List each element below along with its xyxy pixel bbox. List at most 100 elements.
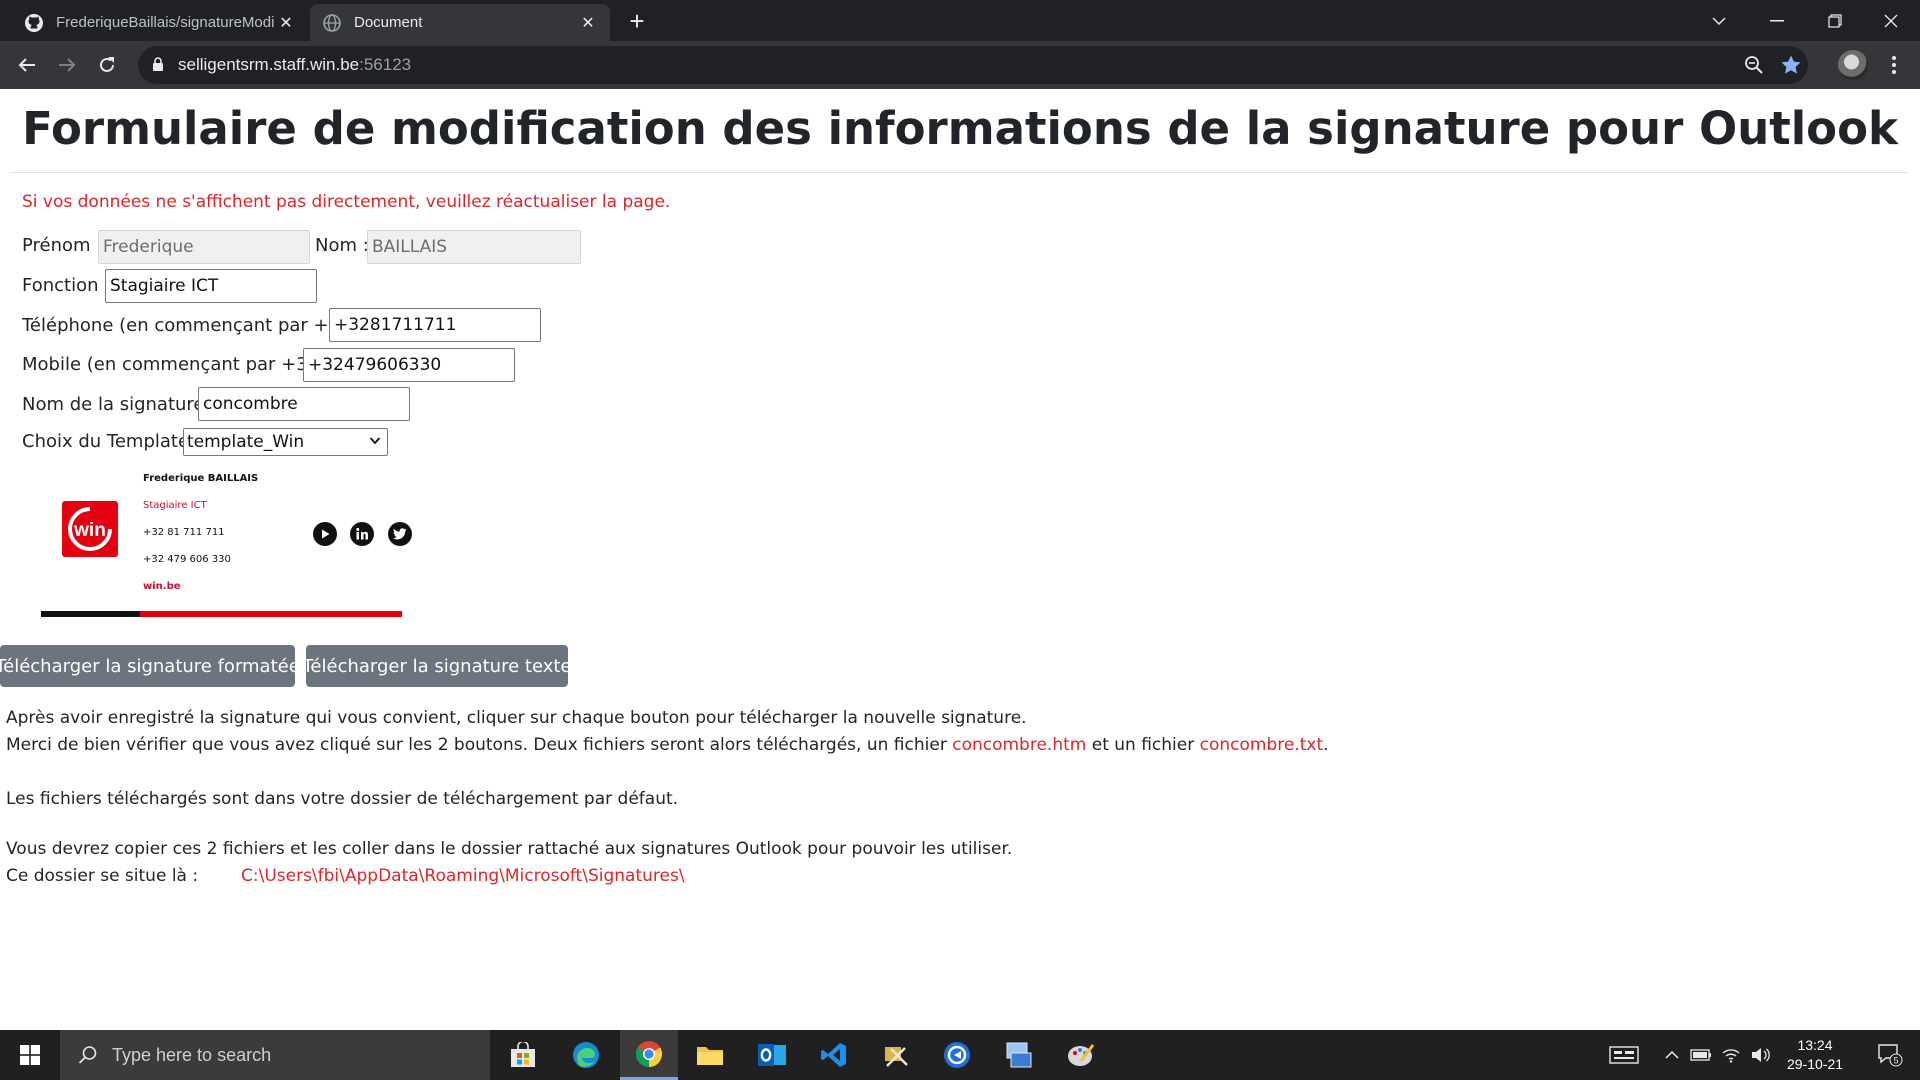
close-icon[interactable]: ✕ — [578, 13, 598, 33]
tab-github[interactable]: FrederiqueBaillais/signatureModi ✕ — [12, 4, 308, 41]
notification-center-button[interactable]: 5 — [1868, 1030, 1912, 1080]
linkedin-icon[interactable] — [350, 522, 374, 546]
address-bar[interactable]: selligentsrm.staff.win.be:56123 — [138, 46, 1808, 84]
close-icon[interactable]: ✕ — [276, 13, 296, 33]
nom-field[interactable]: BAILLAIS — [367, 230, 581, 264]
more-options-icon[interactable] — [1882, 49, 1906, 81]
zoom-icon[interactable] — [1744, 55, 1764, 79]
clock-time: 13:24 — [1797, 1037, 1833, 1053]
computer-icon — [1006, 1042, 1032, 1068]
instruction-line-5: Ce dossier se situe là : — [6, 866, 199, 886]
signature-bar-black — [41, 611, 140, 617]
instruction-line-2-middle: et un fichier — [1086, 735, 1200, 755]
tools-app[interactable] — [866, 1030, 924, 1080]
minimize-button[interactable] — [1748, 0, 1806, 41]
paint-palette-icon — [1068, 1044, 1095, 1066]
store-app[interactable] — [494, 1030, 552, 1080]
forward-button[interactable] — [51, 49, 83, 81]
restore-button[interactable] — [1806, 0, 1864, 41]
search-icon — [78, 1046, 97, 1064]
windows-icon — [20, 1045, 40, 1065]
instruction-line-2: Merci de bien vérifier que vous avez cli… — [6, 735, 1329, 755]
file-txt-name: concombre.txt — [1199, 735, 1324, 755]
signature-preview-phone: +32 81 711 711 — [143, 527, 225, 538]
chevron-up-icon[interactable] — [1660, 1030, 1684, 1080]
url-host: selligentsrm.staff.win.be — [178, 55, 360, 74]
instruction-line-2-prefix: Merci de bien vérifier que vous avez cli… — [6, 735, 953, 755]
tools-icon — [885, 1047, 908, 1067]
chevron-down-icon — [1712, 16, 1726, 25]
download-formatted-button[interactable]: Télécharger la signature formatée — [0, 645, 300, 687]
outlook-icon — [758, 1044, 786, 1066]
remote-desktop-app[interactable] — [990, 1030, 1048, 1080]
instruction-line-2-suffix: . — [1323, 735, 1329, 755]
url-port: :56123 — [359, 55, 412, 74]
telephone-field[interactable]: +3281711711 — [329, 308, 541, 342]
prenom-field[interactable]: Frederique — [98, 230, 310, 264]
notification-count: 5 — [1893, 1056, 1898, 1066]
close-icon — [1884, 14, 1898, 27]
reload-button[interactable] — [91, 49, 123, 81]
restore-icon — [1828, 13, 1842, 28]
fonction-label: Fonction : — [22, 275, 111, 296]
reload-icon — [100, 57, 114, 72]
start-button[interactable] — [0, 1030, 60, 1080]
close-window-button[interactable] — [1862, 0, 1920, 41]
twitter-icon[interactable] — [388, 522, 412, 546]
page-title: Formulaire de modification des informati… — [22, 102, 1898, 155]
back-button[interactable] — [11, 49, 43, 81]
file-htm-name: concombre.htm — [952, 735, 1087, 755]
tab-document[interactable]: Document ✕ — [310, 4, 610, 41]
divider — [10, 172, 1908, 173]
template-label: Choix du Template : — [22, 431, 201, 452]
lock-icon[interactable] — [152, 57, 164, 76]
edge-icon — [573, 1042, 599, 1068]
signature-preview-website: win.be — [143, 581, 181, 592]
profile-avatar[interactable] — [1838, 50, 1868, 80]
new-tab-button[interactable]: + — [622, 6, 652, 36]
edge-app[interactable] — [557, 1030, 615, 1080]
signature-name-field[interactable]: concombre — [198, 387, 410, 421]
keyboard-icon[interactable] — [1604, 1030, 1644, 1080]
battery-icon[interactable] — [1688, 1030, 1714, 1080]
nom-label: Nom : — [315, 235, 369, 256]
template-select[interactable]: template_Win — [183, 428, 388, 456]
youtube-icon[interactable] — [313, 522, 337, 546]
signature-preview-function: Stagiaire ICT — [143, 500, 207, 511]
win-logo: win — [62, 501, 118, 557]
tab-search-button[interactable] — [1690, 0, 1748, 41]
bookmark-star-icon[interactable] — [1780, 54, 1802, 80]
paint-app[interactable] — [1052, 1030, 1110, 1080]
chrome-app[interactable] — [620, 1030, 678, 1080]
wifi-icon[interactable] — [1718, 1030, 1744, 1080]
instruction-line-4: Vous devrez copier ces 2 fichiers et les… — [6, 839, 1013, 859]
svg-text:win: win — [73, 520, 106, 541]
fonction-field[interactable]: Stagiaire ICT — [105, 269, 317, 303]
support-icon — [944, 1042, 970, 1068]
outlook-app[interactable] — [743, 1030, 801, 1080]
arrow-right-icon — [59, 58, 76, 72]
remote-support-app[interactable] — [928, 1030, 986, 1080]
globe-icon — [322, 13, 342, 33]
taskbar-search-placeholder: Type here to search — [112, 1044, 272, 1065]
vscode-app[interactable] — [805, 1030, 863, 1080]
signature-preview-name: Frederique BAILLAIS — [143, 473, 259, 484]
system-clock[interactable]: 13:24 29-10-21 — [1770, 1036, 1860, 1074]
signatures-folder-path: C:\Users\fbi\AppData\Roaming\Microsoft\S… — [241, 866, 685, 886]
notification-icon: 5 — [1878, 1044, 1903, 1067]
signature-preview-mobile: +32 479 606 330 — [143, 554, 231, 565]
instruction-line-3: Les fichiers téléchargés sont dans votre… — [6, 789, 679, 809]
arrow-left-icon — [18, 58, 35, 72]
mobile-field[interactable]: +32479606330 — [303, 348, 515, 382]
download-text-button[interactable]: Télécharger la signature texte — [303, 645, 572, 687]
url-text: selligentsrm.staff.win.be:56123 — [178, 55, 411, 75]
taskbar-search-box[interactable]: Type here to search — [60, 1030, 490, 1080]
file-explorer-app[interactable] — [681, 1030, 739, 1080]
telephone-label: Téléphone (en commençant par +32) : — [22, 315, 371, 336]
chevron-down-icon — [369, 437, 381, 445]
vscode-icon — [821, 1043, 846, 1067]
windows-taskbar: Type here to search 13:24 29-10-21 5 — [0, 1030, 1920, 1080]
minimize-icon — [1770, 19, 1784, 21]
mobile-label: Mobile (en commençant par +32) : — [22, 354, 338, 375]
signature-bar-red — [140, 611, 402, 617]
